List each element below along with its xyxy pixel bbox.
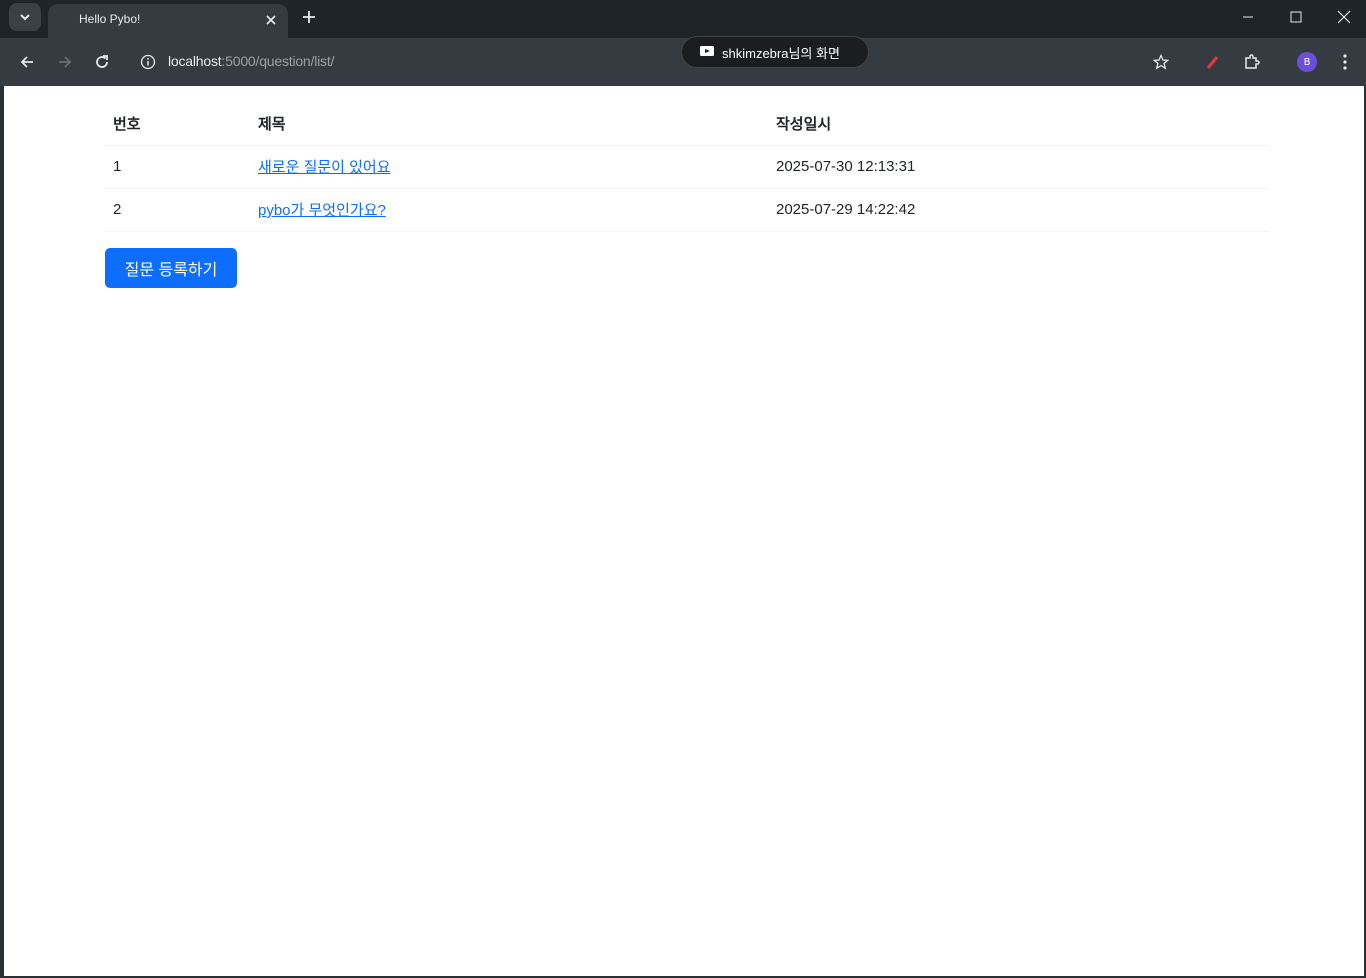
chevron-down-icon (20, 14, 30, 21)
minimize-button[interactable] (1226, 2, 1270, 32)
question-number: 2 (104, 188, 249, 232)
page-viewport: 번호 제목 작성일시 1 새로운 질문이 있어요 2025-07-30 12:1… (4, 86, 1364, 976)
question-table: 번호 제목 작성일시 1 새로운 질문이 있어요 2025-07-30 12:1… (104, 102, 1269, 232)
profile-button[interactable]: B (1293, 48, 1321, 76)
table-row: 2 pybo가 무엇인가요? 2025-07-29 14:22:42 (104, 188, 1269, 232)
bookmark-button[interactable] (1147, 48, 1175, 76)
url-text: localhost:5000/question/list/ (168, 53, 334, 69)
back-button[interactable] (13, 48, 41, 76)
table-row: 1 새로운 질문이 있어요 2025-07-30 12:13:31 (104, 145, 1269, 189)
question-created-date: 2025-07-30 12:13:31 (767, 145, 1269, 189)
question-subject-link[interactable]: 새로운 질문이 있어요 (258, 159, 391, 176)
pen-icon (1206, 56, 1219, 69)
star-icon (1153, 54, 1169, 70)
active-tab[interactable]: Hello Pybo! (48, 4, 288, 38)
header-created: 작성일시 (767, 102, 1269, 146)
reload-icon (96, 55, 108, 68)
close-icon (266, 15, 276, 25)
screen-share-icon (700, 46, 714, 56)
reload-button[interactable] (88, 48, 116, 76)
create-question-button[interactable]: 질문 등록하기 (105, 248, 237, 288)
avatar: B (1297, 52, 1317, 72)
more-vertical-icon (1343, 54, 1347, 70)
question-created-date: 2025-07-29 14:22:42 (767, 188, 1269, 232)
url-path: :5000/question/list/ (221, 53, 335, 69)
plus-icon (303, 11, 315, 23)
arrow-left-icon (20, 56, 33, 68)
question-number: 1 (104, 145, 249, 189)
tab-close-button[interactable] (262, 11, 280, 29)
maximize-button[interactable] (1274, 2, 1318, 32)
address-bar[interactable]: localhost:5000/question/list/ (132, 45, 1192, 79)
url-host: localhost (168, 53, 222, 69)
maximize-icon (1290, 11, 1302, 23)
site-info-button[interactable] (138, 52, 158, 72)
screen-share-text: shkimzebra님의 화면 (722, 45, 840, 61)
info-icon (140, 54, 156, 70)
header-subject: 제목 (249, 102, 767, 146)
menu-button[interactable] (1331, 48, 1359, 76)
extensions-button[interactable] (1238, 48, 1266, 76)
tab-title: Hello Pybo! (79, 12, 141, 26)
forward-button[interactable] (51, 48, 79, 76)
arrow-right-icon (59, 56, 72, 68)
table-header: 번호 제목 작성일시 (104, 102, 1269, 146)
new-tab-button[interactable] (297, 5, 321, 29)
screen-share-indicator[interactable]: shkimzebra님의 화면 (681, 36, 869, 68)
tab-strip: Hello Pybo! (0, 0, 1366, 38)
puzzle-icon (1245, 54, 1260, 69)
question-subject-link[interactable]: pybo가 무엇인가요? (258, 202, 386, 219)
minimize-icon (1243, 16, 1253, 18)
close-icon (1337, 10, 1351, 24)
tab-search-button[interactable] (9, 3, 41, 31)
window-close-button[interactable] (1322, 2, 1366, 32)
extension-pen-button[interactable] (1199, 48, 1227, 76)
header-number: 번호 (104, 102, 249, 146)
